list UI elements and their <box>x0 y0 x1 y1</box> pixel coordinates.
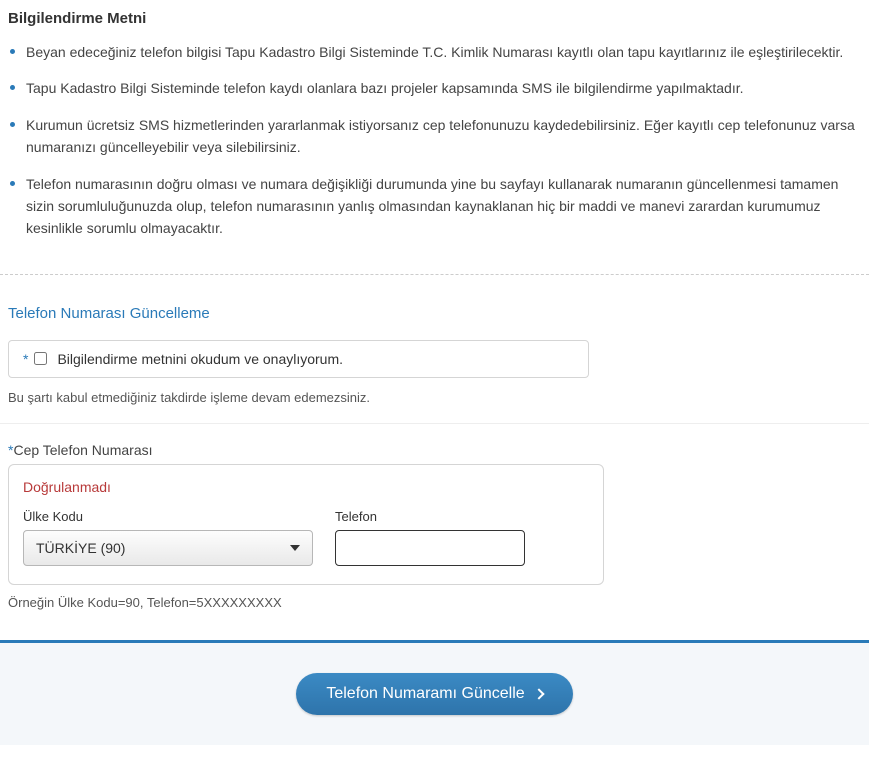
country-code-select[interactable]: TÜRKİYE (90) <box>23 530 313 566</box>
section-title: Telefon Numarası Güncelleme <box>0 275 869 340</box>
consent-note: Bu şartı kabul etmediğiniz takdirde işle… <box>0 384 869 423</box>
info-list: Beyan edeceğiniz telefon bilgisi Tapu Ka… <box>0 41 869 274</box>
phone-input[interactable] <box>335 530 525 566</box>
phone-label-text: Cep Telefon Numarası <box>13 442 152 458</box>
chevron-right-icon <box>533 688 544 699</box>
country-code-label: Ülke Kodu <box>23 509 313 524</box>
phone-field-label: *Cep Telefon Numarası <box>0 442 869 464</box>
verification-status: Doğrulanmadı <box>23 479 589 495</box>
info-bullet: Tapu Kadastro Bilgi Sisteminde telefon k… <box>8 77 861 99</box>
phone-example: Örneğin Ülke Kodu=90, Telefon=5XXXXXXXXX <box>0 585 869 640</box>
info-bullet: Kurumun ücretsiz SMS hizmetlerinden yara… <box>8 114 861 159</box>
info-bullet: Beyan edeceğiniz telefon bilgisi Tapu Ka… <box>8 41 861 63</box>
chevron-down-icon <box>290 545 300 551</box>
country-code-value: TÜRKİYE (90) <box>36 540 125 556</box>
update-phone-button[interactable]: Telefon Numaramı Güncelle <box>296 673 572 715</box>
phone-input-label: Telefon <box>335 509 525 524</box>
phone-box: Doğrulanmadı Ülke Kodu TÜRKİYE (90) Tele… <box>8 464 604 585</box>
info-bullet: Telefon numarasının doğru olması ve numa… <box>8 173 861 240</box>
info-title: Bilgilendirme Metni <box>0 0 869 41</box>
separator <box>0 423 869 424</box>
update-phone-button-label: Telefon Numaramı Güncelle <box>326 685 524 703</box>
consent-box[interactable]: * Bilgilendirme metnini okudum ve onaylı… <box>8 340 589 378</box>
required-asterisk: * <box>23 351 28 367</box>
footer-bar: Telefon Numaramı Güncelle <box>0 640 869 745</box>
consent-checkbox[interactable] <box>34 352 47 365</box>
consent-label: Bilgilendirme metnini okudum ve onaylıyo… <box>57 351 343 367</box>
